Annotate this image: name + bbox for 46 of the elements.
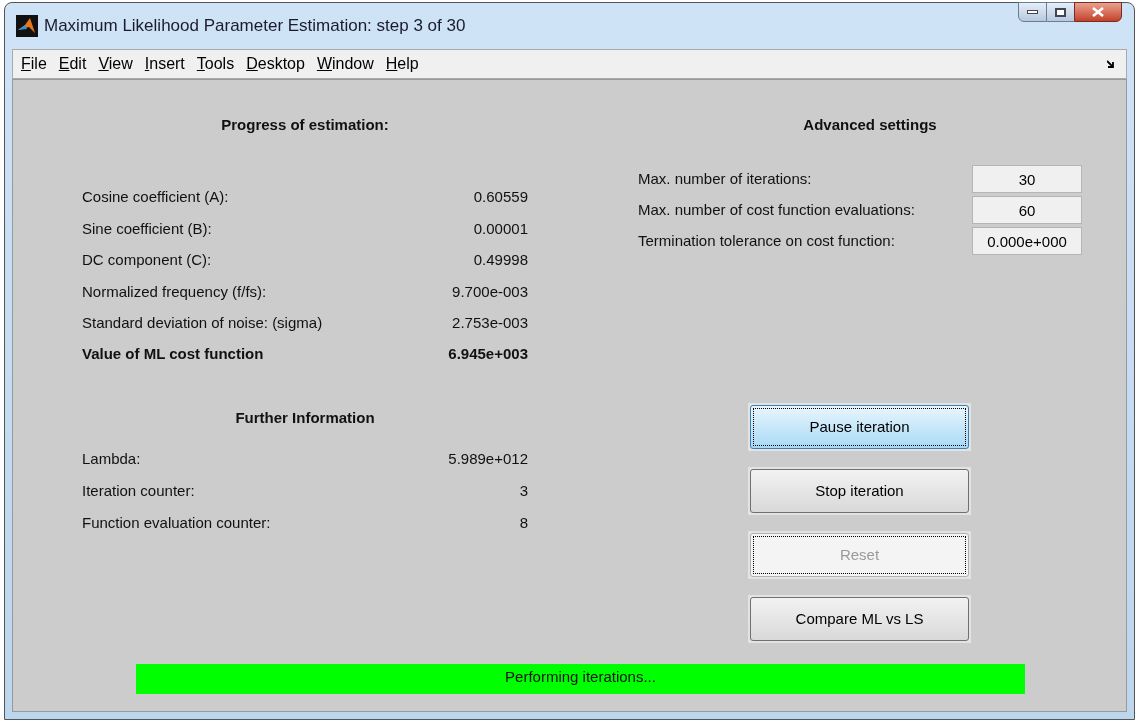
menu-item[interactable]: Edit — [53, 52, 92, 76]
parameter-label: Iteration counter: — [82, 481, 195, 502]
section-heading: Further Information — [234, 408, 376, 428]
menu-item[interactable]: Help — [380, 52, 424, 76]
parameter-label: Sine coefficient (B): — [82, 218, 212, 239]
maximize-button[interactable] — [1047, 2, 1074, 22]
setting-label: Max. number of iterations: — [638, 168, 812, 189]
section-heading: Advanced settings — [802, 115, 938, 134]
setting-label: Max. number of cost function evaluations: — [638, 199, 915, 220]
menu-item[interactable]: Window — [311, 52, 379, 76]
menu-item[interactable]: View — [93, 52, 138, 76]
parameter-value: 0.60559 — [473, 187, 528, 208]
parameter-label: Cosine coefficient (A): — [82, 187, 229, 208]
parameter-label: DC component (C): — [82, 250, 212, 271]
parameter-value: 9.700e-003 — [452, 281, 528, 302]
parameter-value: 6.945e+003 — [448, 344, 528, 365]
input-field[interactable]: 60 — [972, 196, 1082, 224]
parameter-value: 3 — [519, 481, 528, 502]
menu-item[interactable]: Desktop — [241, 52, 310, 76]
parameter-label: Function evaluation counter: — [82, 513, 271, 534]
parameter-value: 0.49998 — [473, 250, 528, 271]
menu-item[interactable]: Insert — [139, 52, 190, 76]
section-heading: Progress of estimation: — [220, 115, 390, 134]
input-field[interactable]: 30 — [972, 165, 1082, 193]
app-logo-icon — [16, 15, 38, 37]
parameter-label: Value of ML cost function — [82, 344, 264, 365]
parameter-value: 5.989e+012 — [448, 449, 528, 470]
menu-item[interactable]: File — [16, 52, 52, 76]
close-icon — [1092, 7, 1104, 17]
input-field[interactable]: 0.000e+000 — [972, 227, 1082, 255]
parameter-label: Lambda: — [82, 449, 141, 470]
dock-arrow-icon[interactable] — [1107, 60, 1115, 68]
window-title: Maximum Likelihood Parameter Estimation: step 3 of 30 — [44, 15, 466, 38]
minimize-button[interactable] — [1018, 2, 1047, 22]
menu-item[interactable]: Tools — [191, 52, 240, 76]
action-button[interactable]: Pause iteration — [750, 405, 969, 449]
action-button[interactable]: Compare ML vs LS — [750, 597, 969, 641]
parameter-label: Normalized frequency (f/fs): — [82, 281, 267, 302]
action-button[interactable]: Stop iteration — [750, 469, 969, 513]
parameter-label: Standard deviation of noise: (sigma) — [82, 313, 323, 333]
close-button[interactable] — [1074, 2, 1122, 22]
status-bar: Performing iterations... — [136, 664, 1025, 694]
parameter-value: 2.753e-003 — [452, 313, 528, 333]
parameter-value: 8 — [519, 513, 528, 534]
parameter-value: 0.00001 — [473, 218, 528, 239]
setting-label: Termination tolerance on cost function: — [638, 230, 895, 251]
